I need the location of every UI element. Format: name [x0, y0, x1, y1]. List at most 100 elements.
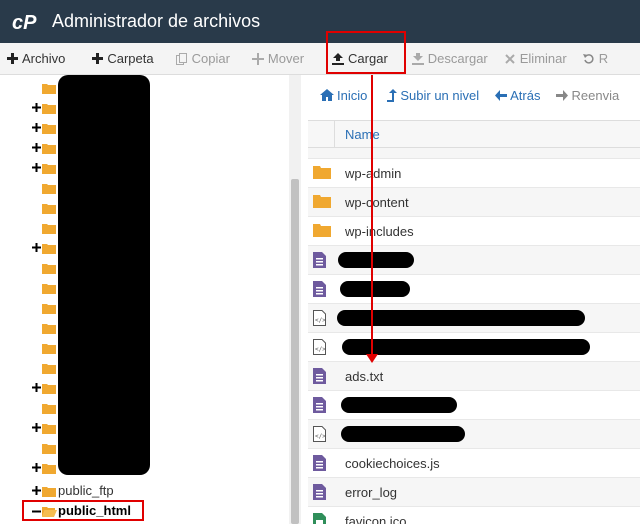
code-file-icon: </> — [313, 310, 327, 326]
document-icon — [313, 397, 327, 413]
file-row[interactable] — [308, 246, 640, 275]
home-icon — [320, 89, 334, 101]
file-row[interactable]: error_log — [308, 478, 640, 507]
level-up-icon — [387, 88, 398, 102]
folder-icon — [42, 342, 56, 354]
collapse-icon[interactable] — [31, 506, 41, 516]
folder-icon — [42, 82, 56, 94]
document-icon — [313, 281, 327, 297]
arrow-left-icon — [495, 89, 508, 101]
folder-icon — [42, 142, 56, 154]
folder-icon — [42, 485, 56, 497]
scrollbar-thumb[interactable] — [291, 179, 299, 524]
document-icon — [313, 368, 327, 384]
folder-icon — [42, 122, 56, 134]
up-level-button[interactable]: Subir un nivel — [373, 75, 485, 115]
document-icon — [313, 252, 327, 268]
expand-icon[interactable] — [31, 122, 41, 132]
expand-icon[interactable] — [31, 382, 41, 392]
redacted-filename — [337, 310, 585, 326]
move-button[interactable]: Mover — [244, 43, 312, 75]
file-toolbar: Archivo Carpeta Copiar Mover Cargar Desc… — [0, 43, 640, 75]
new-file-button[interactable]: Archivo — [0, 43, 73, 75]
expand-icon[interactable] — [31, 142, 41, 152]
file-list-panel: Inicio Subir un nivel Atrás Reenvia Name… — [308, 75, 640, 524]
folder-icon — [42, 382, 56, 394]
restore-button[interactable]: R — [575, 43, 616, 75]
expand-icon[interactable] — [31, 462, 41, 472]
expand-icon[interactable] — [31, 422, 41, 432]
redacted-filename — [340, 281, 410, 297]
plus-icon — [6, 53, 18, 65]
redacted-filename — [341, 397, 457, 413]
folder-icon — [42, 182, 56, 194]
svg-text:cP: cP — [12, 12, 37, 33]
forward-button[interactable]: Reenvia — [546, 75, 625, 115]
download-button[interactable]: Descargar — [404, 43, 496, 75]
delete-button[interactable]: Eliminar — [496, 43, 575, 75]
file-name: wp-includes — [345, 224, 414, 239]
navigation-bar: Inicio Subir un nivel Atrás Reenvia — [308, 75, 640, 115]
file-row[interactable]: </> — [308, 420, 640, 449]
file-row[interactable] — [308, 391, 640, 420]
file-row[interactable]: ads.txt — [308, 362, 640, 391]
annotation-arrow-line — [371, 75, 373, 357]
download-icon — [411, 52, 424, 65]
home-button[interactable]: Inicio — [308, 75, 373, 115]
name-column-header[interactable]: Name — [345, 127, 380, 142]
file-row[interactable]: wp-content — [308, 188, 640, 217]
redacted-filename — [341, 426, 465, 442]
arrow-right-icon — [556, 89, 569, 101]
file-row[interactable]: wp-admin — [308, 159, 640, 188]
plus-icon — [91, 53, 103, 65]
new-folder-button[interactable]: Carpeta — [83, 43, 161, 75]
folder-icon — [42, 282, 56, 294]
folder-icon — [42, 302, 56, 314]
folder-icon — [313, 194, 331, 210]
expand-icon[interactable] — [31, 162, 41, 172]
file-row[interactable]: </> — [308, 333, 640, 362]
file-row-partial[interactable] — [308, 148, 640, 159]
redacted-block — [58, 75, 150, 475]
file-row[interactable]: cookiechoices.js — [308, 449, 640, 478]
cpanel-logo: cP — [12, 10, 44, 34]
folder-icon — [313, 165, 331, 181]
tree-scrollbar[interactable] — [289, 75, 301, 524]
folder-icon — [42, 102, 56, 114]
file-name: ads.txt — [345, 369, 384, 384]
copy-button[interactable]: Copiar — [168, 43, 238, 75]
file-row[interactable] — [308, 275, 640, 304]
file-name: error_log — [345, 485, 398, 500]
column-divider — [334, 121, 335, 149]
redacted-filename — [338, 252, 414, 268]
folder-icon — [42, 462, 56, 474]
back-button[interactable]: Atrás — [485, 75, 546, 115]
svg-text:</>: </> — [315, 317, 326, 324]
folder-icon — [42, 242, 56, 254]
expand-icon[interactable] — [31, 242, 41, 252]
document-icon — [313, 455, 327, 471]
expand-icon[interactable] — [31, 485, 41, 495]
file-row[interactable]: favicon.ico — [308, 507, 640, 524]
file-table-header: Name — [308, 120, 640, 149]
code-file-icon: </> — [313, 339, 327, 355]
expand-icon[interactable] — [31, 102, 41, 112]
image-file-icon — [313, 513, 327, 524]
close-icon — [504, 53, 516, 65]
app-header: cP Administrador de archivos — [0, 0, 640, 43]
file-name: favicon.ico — [345, 514, 407, 524]
folder-icon — [42, 362, 56, 374]
copy-icon — [175, 52, 188, 65]
undo-icon — [582, 53, 595, 65]
file-name: wp-content — [345, 195, 409, 210]
file-row[interactable]: wp-includes — [308, 217, 640, 246]
page-title: Administrador de archivos — [52, 11, 261, 31]
folder-icon — [42, 442, 56, 454]
file-row[interactable]: </> — [308, 304, 640, 333]
folder-icon — [42, 162, 56, 174]
folder-icon — [42, 322, 56, 334]
move-icon — [251, 52, 264, 65]
cargar-highlight — [326, 31, 406, 74]
open-folder-icon — [42, 505, 57, 517]
folder-icon — [42, 202, 56, 214]
